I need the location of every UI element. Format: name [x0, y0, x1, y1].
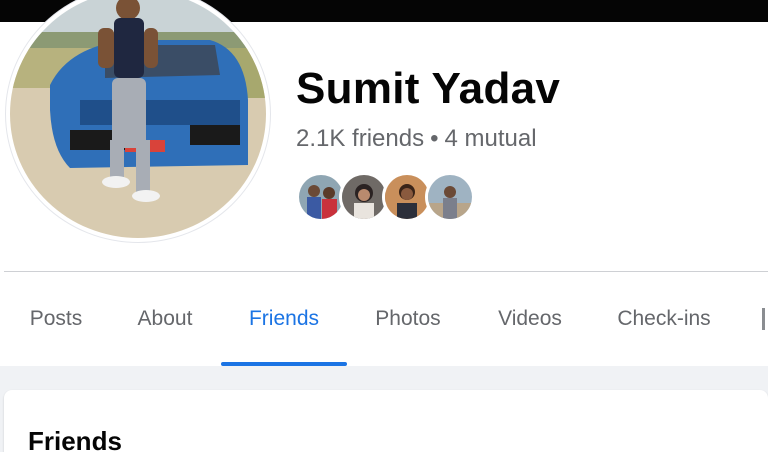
tab-videos[interactable]: Videos: [478, 272, 582, 366]
avatar-photo: [342, 175, 386, 219]
avatar-photo: [428, 175, 472, 219]
tab-check-ins[interactable]: Check-ins: [600, 272, 728, 366]
friends-summary[interactable]: 2.1K friends • 4 mutual: [296, 125, 537, 153]
friends-count[interactable]: 2.1K friends: [296, 125, 424, 152]
tab-friends[interactable]: Friends: [221, 272, 347, 366]
avatar-photo: [385, 175, 429, 219]
profile-tabs: Posts About Friends Photos Videos Check-…: [0, 272, 768, 366]
friends-section-heading: Friends: [28, 426, 122, 452]
more-tab-edge[interactable]: [762, 308, 765, 330]
mutual-count[interactable]: 4 mutual: [444, 125, 536, 152]
profile-picture[interactable]: [6, 0, 270, 242]
mutual-friend-avatar[interactable]: [425, 172, 475, 222]
avatar-photo: [299, 175, 343, 219]
separator-dot: •: [430, 125, 439, 152]
profile-name: Sumit Yadav: [296, 64, 561, 113]
tab-posts[interactable]: Posts: [14, 272, 98, 366]
mutual-friends-avatars: [296, 172, 475, 222]
profile-photo-image: [10, 0, 266, 238]
tab-about[interactable]: About: [118, 272, 212, 366]
tab-photos[interactable]: Photos: [356, 272, 460, 366]
